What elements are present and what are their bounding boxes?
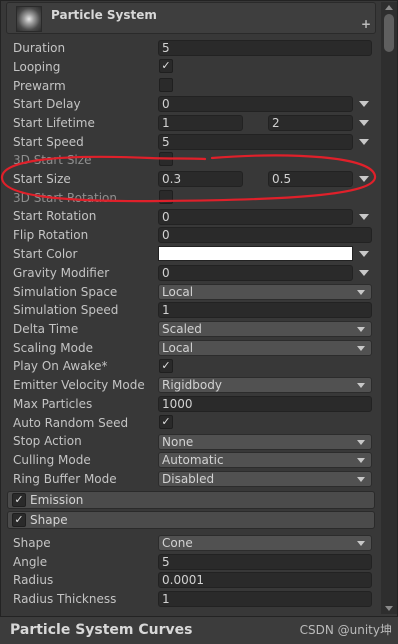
start-rotation-field[interactable]: 0 — [158, 209, 353, 225]
culling-mode-label: Culling Mode — [13, 453, 91, 467]
scaling-mode-label: Scaling Mode — [13, 341, 93, 355]
scaling-mode-dropdown[interactable]: Local — [158, 340, 372, 356]
start-delay-field[interactable]: 0 — [158, 96, 353, 112]
ring-buffer-mode-dropdown[interactable]: Disabled — [158, 471, 372, 487]
chevron-down-icon — [357, 383, 365, 388]
3d-start-size-label: 3D Start Size — [13, 153, 92, 167]
stop-action-dropdown[interactable]: None — [158, 434, 372, 450]
emitter-velocity-mode-dropdown[interactable]: Rigidbody — [158, 377, 372, 393]
emission-module-label: Emission — [30, 493, 84, 507]
scroll-thumb[interactable] — [384, 14, 394, 52]
stop-action-value: None — [162, 435, 194, 449]
particle-system-icon — [16, 6, 42, 32]
shape-value: Cone — [162, 536, 193, 550]
scaling-mode-value: Local — [162, 341, 194, 355]
duration-field[interactable]: 5 — [158, 40, 372, 56]
start-color-label: Start Color — [13, 247, 78, 261]
angle-field[interactable]: 5 — [158, 554, 372, 570]
radius-field[interactable]: 0.0001 — [158, 572, 372, 588]
simulation-space-value: Local — [162, 285, 194, 299]
chevron-down-icon — [357, 346, 365, 351]
prewarm-checkbox[interactable] — [159, 78, 173, 92]
prewarm-label: Prewarm — [13, 79, 66, 93]
module-shape[interactable]: ✓ Shape — [7, 511, 375, 529]
emission-enable-checkbox[interactable]: ✓ — [12, 493, 26, 507]
3d-start-size-checkbox[interactable] — [159, 152, 173, 166]
start-size-min-field[interactable]: 0.3 — [158, 171, 243, 187]
start-speed-mode-caret-icon[interactable] — [359, 139, 369, 145]
gravity-modifier-label: Gravity Modifier — [13, 266, 110, 280]
gravity-modifier-field[interactable]: 0 — [158, 265, 353, 281]
play-on-awake-label: Play On Awake* — [13, 359, 108, 373]
delta-time-dropdown[interactable]: Scaled — [158, 321, 372, 337]
shape-enable-checkbox[interactable]: ✓ — [12, 513, 26, 527]
emitter-velocity-mode-label: Emitter Velocity Mode — [13, 378, 145, 392]
start-rotation-mode-caret-icon[interactable] — [359, 214, 369, 220]
curves-title: Particle System Curves — [10, 622, 193, 638]
module-emission[interactable]: ✓ Emission — [7, 491, 375, 509]
particle-system-header[interactable]: Particle System + — [6, 2, 376, 34]
shape-dropdown[interactable]: Cone — [158, 535, 372, 551]
chevron-down-icon — [357, 541, 365, 546]
duration-label: Duration — [13, 41, 66, 55]
looping-checkbox[interactable]: ✓ — [159, 59, 173, 73]
radius-thickness-label: Radius Thickness — [13, 592, 117, 606]
flip-rotation-label: Flip Rotation — [13, 228, 89, 242]
delta-time-label: Delta Time — [13, 322, 79, 336]
radius-thickness-field[interactable]: 1 — [158, 591, 372, 607]
start-speed-label: Start Speed — [13, 135, 84, 149]
ring-buffer-mode-label: Ring Buffer Mode — [13, 472, 117, 486]
auto-random-seed-checkbox[interactable]: ✓ — [159, 415, 173, 429]
simulation-space-label: Simulation Space — [13, 285, 118, 299]
component-title: Particle System — [51, 8, 157, 22]
shape-module-label: Shape — [30, 513, 68, 527]
simulation-space-dropdown[interactable]: Local — [158, 284, 372, 300]
chevron-down-icon — [357, 440, 365, 445]
chevron-down-icon — [357, 327, 365, 332]
max-particles-label: Max Particles — [13, 397, 93, 411]
start-speed-field[interactable]: 5 — [158, 134, 353, 150]
chevron-down-icon — [357, 477, 365, 482]
radius-label: Radius — [13, 573, 54, 587]
culling-mode-dropdown[interactable]: Automatic — [158, 452, 372, 468]
shape-label: Shape — [13, 536, 51, 550]
start-size-label: Start Size — [13, 172, 71, 186]
angle-label: Angle — [13, 555, 48, 569]
auto-random-seed-label: Auto Random Seed — [13, 416, 129, 430]
vertical-scrollbar[interactable] — [381, 2, 397, 614]
scroll-down-icon[interactable] — [385, 606, 393, 611]
delta-time-value: Scaled — [162, 322, 202, 336]
emitter-velocity-mode-value: Rigidbody — [162, 378, 222, 392]
stop-action-label: Stop Action — [13, 434, 82, 448]
simulation-speed-field[interactable]: 1 — [158, 302, 372, 318]
3d-start-rotation-checkbox[interactable] — [159, 190, 173, 204]
start-size-mode-caret-icon[interactable] — [359, 176, 369, 182]
start-size-max-field[interactable]: 0.5 — [268, 171, 353, 187]
start-rotation-label: Start Rotation — [13, 209, 97, 223]
3d-start-rotation-label: 3D Start Rotation — [13, 191, 118, 205]
particle-system-curves-bar[interactable]: Particle System Curves CSDN @unity坤 — [0, 616, 398, 644]
ring-buffer-mode-value: Disabled — [162, 472, 215, 486]
culling-mode-value: Automatic — [162, 453, 224, 467]
looping-label: Looping — [13, 60, 61, 74]
start-lifetime-max-field[interactable]: 2 — [268, 115, 353, 131]
watermark: CSDN @unity坤 — [299, 623, 392, 637]
start-delay-label: Start Delay — [13, 97, 81, 111]
start-delay-mode-caret-icon[interactable] — [359, 101, 369, 107]
start-color-mode-caret-icon[interactable] — [359, 251, 369, 257]
start-color-swatch[interactable] — [158, 246, 353, 261]
add-curve-icon[interactable]: + — [361, 17, 371, 31]
scroll-up-icon[interactable] — [385, 5, 393, 10]
flip-rotation-field[interactable]: 0 — [158, 227, 372, 243]
start-lifetime-min-field[interactable]: 1 — [158, 115, 243, 131]
chevron-down-icon — [357, 290, 365, 295]
max-particles-field[interactable]: 1000 — [158, 396, 372, 412]
simulation-speed-label: Simulation Speed — [13, 303, 119, 317]
start-lifetime-label: Start Lifetime — [13, 116, 95, 130]
chevron-down-icon — [357, 458, 365, 463]
play-on-awake-checkbox[interactable]: ✓ — [159, 359, 173, 373]
gravity-modifier-mode-caret-icon[interactable] — [359, 270, 369, 276]
start-lifetime-mode-caret-icon[interactable] — [359, 120, 369, 126]
